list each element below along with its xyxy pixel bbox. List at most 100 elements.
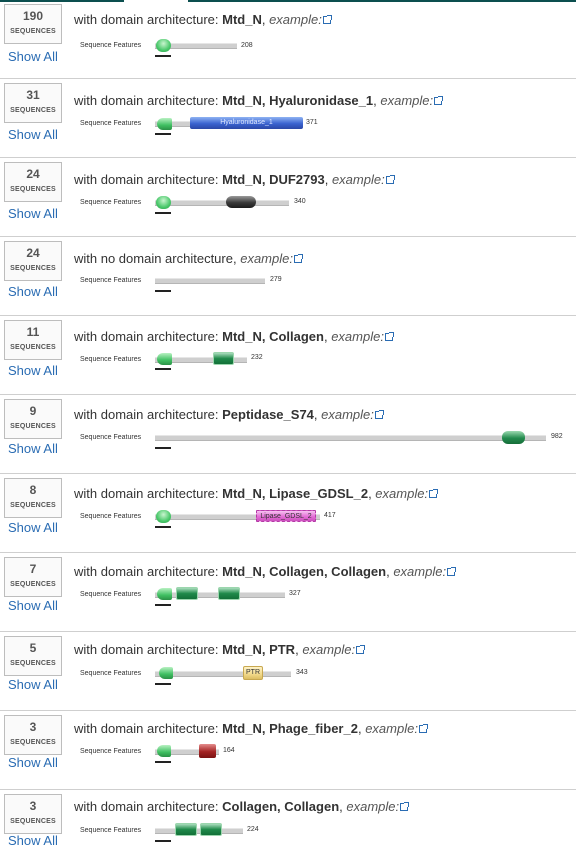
domain-mtd-n[interactable] xyxy=(156,510,171,523)
domain-ptr[interactable]: PTR xyxy=(243,666,263,680)
example-link[interactable]: example: xyxy=(332,172,385,187)
domain-collagen[interactable] xyxy=(176,587,198,600)
sequence-features-label: Sequence Features xyxy=(80,42,142,49)
sequence-length: 982 xyxy=(551,433,563,440)
sequence-count-box: 5 SEQUENCES xyxy=(4,636,62,676)
external-link-icon[interactable] xyxy=(429,489,439,498)
show-all-link[interactable]: Show All xyxy=(8,834,58,848)
example-link[interactable]: example: xyxy=(346,799,399,814)
domain-mtd-n[interactable] xyxy=(157,118,172,130)
architecture-prefix: with domain architecture: xyxy=(74,564,223,579)
show-all-link[interactable]: Show All xyxy=(8,599,58,613)
external-link-icon[interactable] xyxy=(356,645,366,654)
domain-collagen[interactable] xyxy=(200,823,222,836)
external-link-icon[interactable] xyxy=(322,15,332,24)
region-underline xyxy=(155,526,171,528)
example-link[interactable]: example: xyxy=(269,12,322,27)
sequence-count: 3 xyxy=(29,799,37,813)
sequence-count-box: 11 SEQUENCES xyxy=(4,320,62,360)
region-underline xyxy=(155,368,171,370)
example-link[interactable]: example: xyxy=(375,486,428,501)
domain-phage-fiber-2[interactable] xyxy=(199,744,216,758)
example-link[interactable]: example: xyxy=(380,93,433,108)
region-underline xyxy=(155,133,171,135)
external-link-icon[interactable] xyxy=(434,96,444,105)
domain-mtd-n[interactable] xyxy=(156,196,171,209)
sequence-length: 164 xyxy=(223,747,235,754)
domain-lipase-gdsl-2[interactable]: Lipase_GDSL_2 xyxy=(256,510,316,522)
show-all-link[interactable]: Show All xyxy=(8,50,58,64)
show-all-link[interactable]: Show All xyxy=(8,521,58,535)
external-link-icon[interactable] xyxy=(374,410,384,419)
show-all-link[interactable]: Show All xyxy=(8,207,58,221)
external-link-icon[interactable] xyxy=(400,802,410,811)
domain-mtd-n[interactable] xyxy=(159,667,173,679)
sequence-features-label: Sequence Features xyxy=(80,827,142,834)
domain-mtd-n[interactable] xyxy=(157,745,171,757)
architecture-description: with domain architecture: Mtd_N, Collage… xyxy=(74,329,394,344)
sequence-count-box: 7 SEQUENCES xyxy=(4,557,62,597)
architecture-description: with domain architecture: Mtd_N, Hyaluro… xyxy=(74,93,444,108)
external-link-icon[interactable] xyxy=(384,332,394,341)
example-link[interactable]: example: xyxy=(321,407,374,422)
domain-duf2793[interactable] xyxy=(226,196,256,208)
sequence-length: 327 xyxy=(289,590,301,597)
architecture-name: Mtd_N, PTR xyxy=(222,642,296,657)
architecture-description: with domain architecture: Mtd_N, Collage… xyxy=(74,564,457,579)
example-link[interactable]: example: xyxy=(365,721,418,736)
domain-mtd-n[interactable] xyxy=(156,39,171,52)
sequence-length: 279 xyxy=(270,276,282,283)
domain-peptidase-s74[interactable] xyxy=(502,431,525,444)
architecture-row: 11 SEQUENCES Show All with domain archit… xyxy=(0,316,576,395)
external-link-icon[interactable] xyxy=(418,724,428,733)
external-link-icon[interactable] xyxy=(293,254,303,263)
sequence-track xyxy=(155,200,289,206)
sequence-length: 371 xyxy=(306,119,318,126)
architecture-name: Mtd_N xyxy=(222,12,262,27)
show-all-link[interactable]: Show All xyxy=(8,364,58,378)
domain-hyaluronidase-1[interactable]: Hyaluronidase_1 xyxy=(190,117,303,129)
show-all-link[interactable]: Show All xyxy=(8,678,58,692)
region-underline xyxy=(155,447,171,449)
region-underline xyxy=(155,604,171,606)
architecture-prefix: with domain architecture: xyxy=(74,799,223,814)
example-link[interactable]: example: xyxy=(393,564,446,579)
architecture-description: with domain architecture: Mtd_N, example… xyxy=(74,12,332,27)
domain-collagen[interactable] xyxy=(218,587,240,600)
architecture-row: 24 SEQUENCES Show All with domain archit… xyxy=(0,158,576,237)
show-all-link[interactable]: Show All xyxy=(8,128,58,142)
example-link[interactable]: example: xyxy=(331,329,384,344)
architecture-prefix: with domain architecture: xyxy=(74,12,223,27)
architecture-prefix: with domain architecture: xyxy=(74,486,223,501)
domain-mtd-n[interactable] xyxy=(157,588,172,600)
sequence-features-label: Sequence Features xyxy=(80,748,142,755)
sequence-features-label: Sequence Features xyxy=(80,591,142,598)
sequences-label: SEQUENCES xyxy=(10,423,56,430)
domain-mtd-n[interactable] xyxy=(157,353,172,365)
architecture-prefix: with domain architecture: xyxy=(74,407,223,422)
example-link[interactable]: example: xyxy=(302,642,355,657)
domain-collagen[interactable] xyxy=(175,823,197,836)
architecture-description: with domain architecture: Peptidase_S74,… xyxy=(74,407,384,422)
region-underline xyxy=(155,55,171,57)
sequence-count: 8 xyxy=(29,483,37,497)
architecture-description: with domain architecture: Collagen, Coll… xyxy=(74,799,410,814)
sequence-count-box: 190 SEQUENCES xyxy=(4,4,62,44)
show-all-link[interactable]: Show All xyxy=(8,285,58,299)
sequence-count-box: 24 SEQUENCES xyxy=(4,162,62,202)
show-all-link[interactable]: Show All xyxy=(8,442,58,456)
show-all-link[interactable]: Show All xyxy=(8,756,58,770)
domain-collagen[interactable] xyxy=(213,352,234,365)
sequence-count: 5 xyxy=(29,641,37,655)
sequence-count-box: 3 SEQUENCES xyxy=(4,715,62,755)
example-link[interactable]: example: xyxy=(240,251,293,266)
architecture-row: 5 SEQUENCES Show All with domain archite… xyxy=(0,632,576,711)
external-link-icon[interactable] xyxy=(447,567,457,576)
sequence-track xyxy=(155,828,243,834)
sequences-label: SEQUENCES xyxy=(10,502,56,509)
external-link-icon[interactable] xyxy=(385,175,395,184)
architecture-name: Mtd_N, Lipase_GDSL_2 xyxy=(222,486,369,501)
architecture-name: Mtd_N, Phage_fiber_2 xyxy=(222,721,358,736)
architecture-row: 9 SEQUENCES Show All with domain archite… xyxy=(0,395,576,474)
architecture-row: 3 SEQUENCES Show All with domain archite… xyxy=(0,790,576,857)
